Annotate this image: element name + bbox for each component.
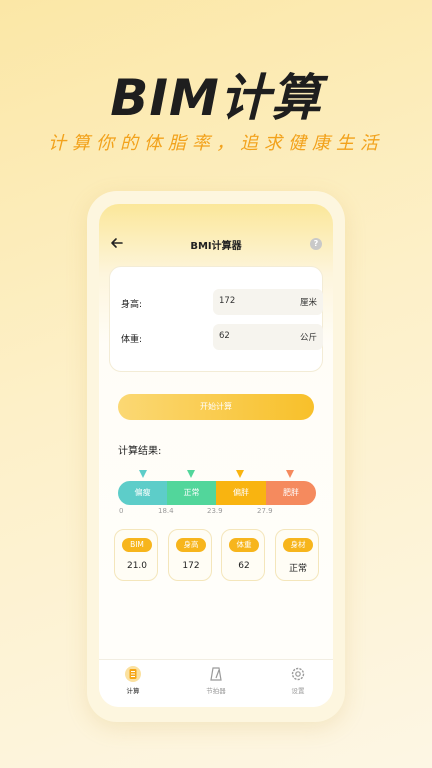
stat-value: 62	[238, 561, 250, 571]
underweight-marker-icon	[139, 470, 147, 478]
top-bar: BMI计算器 ?	[99, 234, 333, 256]
weight-field[interactable]: 62 公斤	[213, 324, 323, 350]
weight-unit: 公斤	[299, 333, 317, 343]
height-value: 172	[219, 296, 236, 306]
tab-label: 设置	[291, 687, 305, 695]
hero-title: BIM计算	[110, 69, 322, 127]
app-screen: BMI计算器 ? 身高: 172 厘米 体重: 62 公斤 开始计算 计算结果:…	[99, 204, 333, 707]
metronome-icon	[210, 667, 222, 681]
stat-value: 21.0	[126, 561, 148, 571]
segment-underweight: 偏瘦	[118, 481, 167, 505]
tick-label: 18.4	[158, 507, 174, 515]
tick-label: 23.9	[207, 507, 223, 515]
stat-card-figure: 身材 正常	[275, 529, 319, 581]
height-unit: 厘米	[299, 298, 317, 308]
tab-calculate[interactable]: 计算	[108, 666, 158, 702]
stat-badge: 身材	[283, 538, 313, 552]
tab-label: 计算	[126, 687, 140, 695]
calculator-icon	[125, 666, 141, 682]
page-title: BMI计算器	[190, 241, 242, 252]
tab-metronome[interactable]: 节拍器	[191, 666, 241, 702]
overweight-marker-icon	[236, 470, 244, 478]
tab-settings[interactable]: 设置	[273, 666, 323, 702]
result-title: 计算结果:	[118, 446, 162, 457]
help-icon[interactable]: ?	[310, 238, 322, 250]
tick-label: 27.9	[257, 507, 273, 515]
bmi-bar: 偏瘦 正常 偏胖 肥胖	[118, 481, 316, 505]
obese-marker-icon	[286, 470, 294, 478]
stats-row: BIM 21.0 身高 172 体重 62 身材 正常	[110, 529, 322, 581]
stat-value: 正常	[288, 564, 307, 574]
tick-label: 0	[119, 507, 124, 515]
height-label: 身高:	[121, 300, 143, 310]
bottom-tab-bar: 计算 节拍器 设置	[99, 659, 333, 707]
weight-value: 62	[219, 331, 230, 341]
stat-badge: BIM	[122, 538, 152, 552]
stat-card-weight: 体重 62	[221, 529, 265, 581]
stat-value: 172	[182, 561, 200, 571]
input-card: 身高: 172 厘米 体重: 62 公斤	[109, 266, 323, 372]
gear-icon	[291, 667, 305, 681]
hero-subtitle: 计算你的体脂率，追求健康生活	[48, 133, 384, 154]
bmi-scale: 偏瘦 正常 偏胖 肥胖 0 18.4 23.9 27.9	[118, 466, 316, 520]
segment-overweight: 偏胖	[216, 481, 266, 505]
height-field[interactable]: 172 厘米	[213, 289, 323, 315]
stat-badge: 体重	[229, 538, 259, 552]
start-calculate-button[interactable]: 开始计算	[118, 394, 314, 420]
normal-marker-icon	[187, 470, 195, 478]
tab-label: 节拍器	[206, 687, 226, 695]
stat-card-bmi: BIM 21.0	[114, 529, 158, 581]
stat-badge: 身高	[176, 538, 206, 552]
weight-label: 体重:	[121, 335, 143, 345]
segment-normal: 正常	[167, 481, 216, 505]
stat-card-height: 身高 172	[168, 529, 212, 581]
segment-obese: 肥胖	[266, 481, 316, 505]
